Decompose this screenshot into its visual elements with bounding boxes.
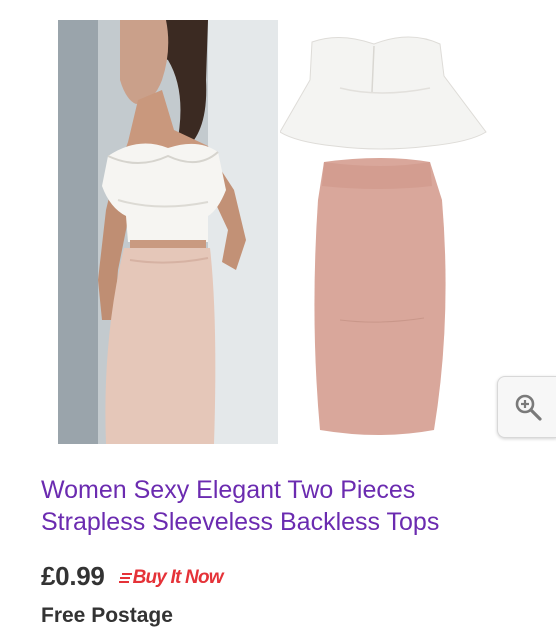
zoom-in-icon (515, 394, 542, 421)
product-card: Women Sexy Elegant Two Pieces Strapless … (0, 0, 556, 642)
buy-now-speed-lines-icon (118, 573, 132, 583)
zoom-button[interactable] (497, 376, 556, 438)
listing-title-line-1: Women Sexy Elegant Two Pieces (41, 476, 416, 504)
product-image[interactable] (0, 0, 556, 456)
postage-info: Free Postage (41, 604, 173, 627)
price: £0.99 (41, 560, 105, 591)
listing-title-line-2: Strapless Sleeveless Backless Tops (41, 508, 440, 536)
buy-now-label: Buy It Now (132, 567, 224, 588)
product-flat-shot (280, 20, 490, 444)
price-row: £0.99 Buy It Now (41, 558, 224, 594)
model-photo (58, 20, 278, 444)
buy-now-badge: Buy It Now (118, 567, 224, 589)
listing-title-link[interactable]: Women Sexy Elegant Two Pieces Strapless … (41, 474, 531, 538)
